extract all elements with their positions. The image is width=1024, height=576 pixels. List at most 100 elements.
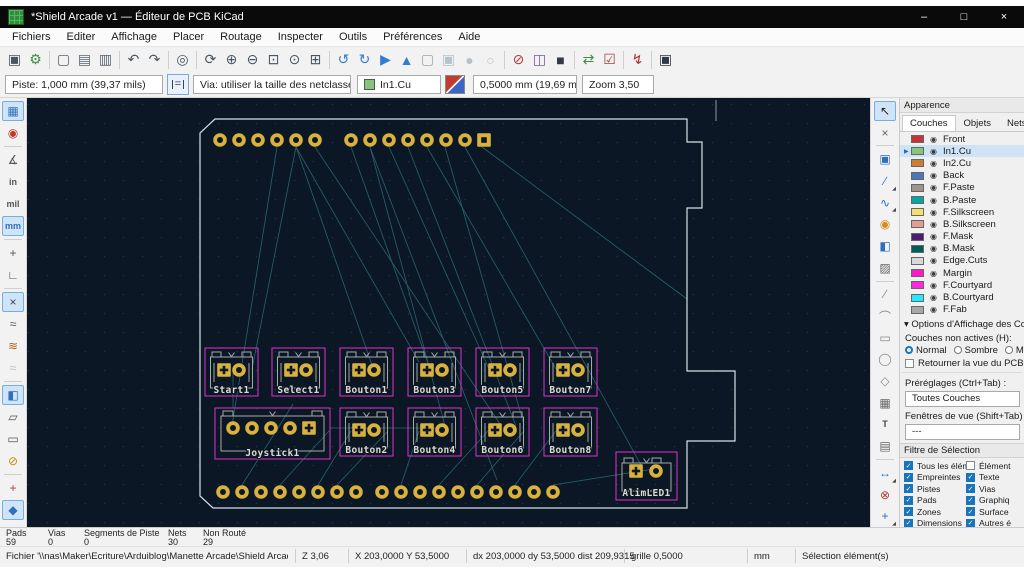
- layer-display-options-header[interactable]: ▾ Options d'Affichage des Cou: [900, 316, 1024, 331]
- filter-graphiq[interactable]: ✓ Graphiq: [966, 494, 1024, 506]
- sketch-pads-button[interactable]: ▭: [2, 429, 24, 449]
- route-tracks-button[interactable]: ∕ ◢: [874, 171, 896, 192]
- layer-visibility-eye-icon[interactable]: ◉: [928, 256, 939, 265]
- layer-color-swatch[interactable]: [911, 183, 924, 192]
- board-setup-button[interactable]: ⚙: [25, 49, 46, 70]
- zoom-selection-button[interactable]: ⊞: [305, 49, 326, 70]
- layer-row-b.mask[interactable]: ◉ B.Mask: [900, 243, 1024, 255]
- place-footprint-button[interactable]: ▣: [874, 149, 896, 169]
- drc-check-button[interactable]: ☑: [599, 49, 620, 70]
- zoom-select[interactable]: Zoom 3,50: [582, 75, 654, 94]
- layer-color-swatch[interactable]: [911, 208, 924, 217]
- via-display-button[interactable]: ⊘: [2, 451, 24, 471]
- layer-visibility-eye-icon[interactable]: ◉: [928, 147, 939, 156]
- group-button[interactable]: ▢: [417, 49, 438, 70]
- layer-row-f.paste[interactable]: ◉ F.Paste: [900, 182, 1024, 194]
- flip-board-checkbox[interactable]: [905, 358, 914, 368]
- radio-normal[interactable]: Normal: [905, 345, 954, 356]
- checkbox[interactable]: ✓: [904, 518, 913, 527]
- checkbox[interactable]: ✓: [904, 461, 913, 471]
- filter-élément[interactable]: Élément: [966, 460, 1024, 472]
- draw-polygon-button[interactable]: ◇: [874, 371, 896, 391]
- layer-row-back[interactable]: ◉ Back: [900, 170, 1024, 182]
- auto-track-width-button[interactable]: =: [167, 74, 189, 95]
- layer-visibility-eye-icon[interactable]: ◉: [928, 171, 939, 180]
- tab-nets[interactable]: Nets: [999, 115, 1024, 131]
- layer-visibility-eye-icon[interactable]: ◉: [928, 269, 939, 278]
- zoom-in-button[interactable]: ⊕: [221, 49, 242, 70]
- unlock-button[interactable]: ○: [480, 49, 501, 70]
- curved-ratsnest-button[interactable]: ≈: [2, 314, 24, 334]
- radio-icon[interactable]: [953, 346, 962, 355]
- local-ratsnest-button[interactable]: ×: [874, 123, 896, 143]
- tune-length-button[interactable]: ∿ ◢: [874, 193, 896, 214]
- grid-origin-button[interactable]: + ◢: [874, 506, 896, 527]
- filter-pistes[interactable]: ✓ Pistes: [904, 483, 966, 495]
- lock-button[interactable]: ●: [459, 49, 480, 70]
- active-layer-select[interactable]: In1.Cu: [357, 75, 441, 94]
- layer-color-swatch[interactable]: [911, 256, 924, 265]
- filter-dimensions[interactable]: ✓ Dimensions: [904, 517, 966, 527]
- 3d-viewer-button[interactable]: ■: [550, 49, 571, 70]
- layer-visibility-eye-icon[interactable]: ◉: [928, 135, 939, 144]
- track-width-select[interactable]: Piste: 1,000 mm (39,37 mils): [5, 75, 163, 94]
- layer-row-in2.cu[interactable]: ◉ In2.Cu: [900, 157, 1024, 169]
- place-via-button[interactable]: ◉: [874, 214, 896, 234]
- viewports-select[interactable]: ---: [905, 423, 1020, 440]
- filter-empreintes[interactable]: ✓ Empreintes: [904, 471, 966, 483]
- tab-objets[interactable]: Objets: [956, 115, 999, 131]
- delete-tool-button[interactable]: ⊗: [874, 485, 896, 505]
- checkbox[interactable]: ✓: [966, 518, 975, 527]
- checkbox[interactable]: ✓: [966, 507, 975, 517]
- layer-visibility-eye-icon[interactable]: ◉: [928, 183, 939, 192]
- layer-visibility-eye-icon[interactable]: ◉: [928, 244, 939, 253]
- layer-color-swatch[interactable]: [911, 135, 924, 144]
- filter-autres-é[interactable]: ✓ Autres é: [966, 517, 1024, 527]
- checkbox[interactable]: ✓: [904, 484, 913, 494]
- layers-manager-button[interactable]: ◆: [2, 500, 24, 520]
- layer-visibility-eye-icon[interactable]: ◉: [928, 293, 939, 302]
- checkbox[interactable]: ✓: [966, 495, 975, 505]
- draw-arc-button[interactable]: ⌒: [874, 306, 896, 326]
- zone-fill-display-button[interactable]: ◧: [2, 385, 24, 405]
- layer-color-swatch[interactable]: [911, 269, 924, 278]
- filter-vias[interactable]: ✓ Vias: [966, 483, 1024, 495]
- radio-icon[interactable]: [905, 346, 913, 355]
- plot-button[interactable]: ▥: [95, 49, 116, 70]
- scripting-console-button[interactable]: ▣: [655, 49, 676, 70]
- track-display-button[interactable]: +: [2, 478, 24, 498]
- filter-surface[interactable]: ✓ Surface: [966, 506, 1024, 518]
- layer-color-swatch[interactable]: [911, 281, 924, 290]
- place-text-button[interactable]: T: [874, 415, 896, 435]
- tab-couches[interactable]: Couches: [902, 115, 956, 131]
- draw-rectangle-button[interactable]: ▭: [874, 328, 896, 348]
- zone-outline-display-button[interactable]: ▱: [2, 407, 24, 427]
- text-box-button[interactable]: ▤: [874, 436, 896, 456]
- layer-visibility-eye-icon[interactable]: ◉: [928, 159, 939, 168]
- menu-affichage[interactable]: Affichage: [103, 29, 165, 45]
- zoom-objects-button[interactable]: ⊙: [284, 49, 305, 70]
- layer-color-swatch[interactable]: [911, 244, 924, 253]
- select-tool-button[interactable]: ↖: [874, 101, 896, 121]
- checkbox[interactable]: ✓: [966, 472, 975, 482]
- refresh-button[interactable]: ⟳: [200, 49, 221, 70]
- zoom-fit-button[interactable]: ⊡: [263, 49, 284, 70]
- units-mils-button[interactable]: mil: [2, 194, 24, 214]
- layer-row-front[interactable]: ◉ Front: [900, 133, 1024, 145]
- dimension-button[interactable]: ↔ ◢: [874, 463, 896, 484]
- layer-visibility-eye-icon[interactable]: ◉: [928, 220, 939, 229]
- layer-row-in1.cu[interactable]: ▶ ◉ In1.Cu: [900, 145, 1024, 158]
- layer-row-b.silkscreen[interactable]: ◉ B.Silkscreen: [900, 218, 1024, 230]
- flip-horizontal-button[interactable]: ▶: [375, 49, 396, 70]
- flip-board-checkbox-row[interactable]: Retourner la vue du PCB: [900, 356, 1024, 369]
- menu-editer[interactable]: Editer: [59, 29, 104, 45]
- menu-aide[interactable]: Aide: [450, 29, 488, 45]
- layer-row-margin[interactable]: ◉ Margin: [900, 267, 1024, 279]
- filter-tous-les-éléments[interactable]: ✓ Tous les éléments: [904, 460, 966, 472]
- page-settings-button[interactable]: ▢: [53, 49, 74, 70]
- layer-color-swatch[interactable]: [911, 159, 924, 168]
- radio-ma[interactable]: Ma: [1004, 345, 1024, 356]
- layer-visibility-eye-icon[interactable]: ◉: [928, 281, 939, 290]
- layer-visibility-eye-icon[interactable]: ◉: [928, 208, 939, 217]
- show-ratsnest-button[interactable]: ×: [2, 292, 24, 312]
